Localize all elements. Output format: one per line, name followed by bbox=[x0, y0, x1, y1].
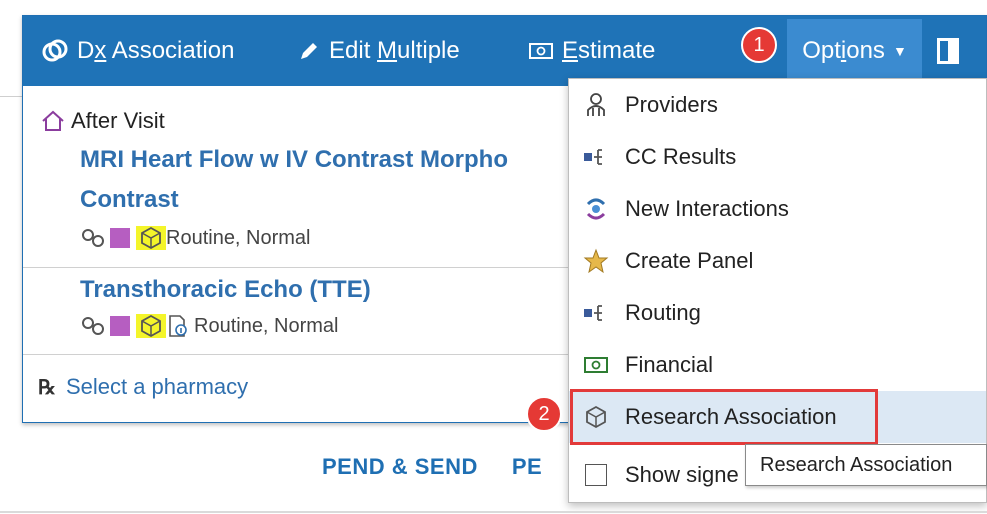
menu-item-create-panel[interactable]: Create Panel bbox=[569, 235, 986, 287]
rx-icon: ℞ bbox=[38, 375, 56, 399]
after-visit-header: After Visit bbox=[41, 108, 165, 134]
checkbox[interactable] bbox=[579, 464, 613, 486]
order-status-text: Routine, Normal bbox=[166, 226, 311, 249]
menu-item-providers[interactable]: Providers bbox=[569, 79, 986, 131]
menu-item-label: Financial bbox=[625, 352, 714, 377]
order-options-icon bbox=[80, 315, 106, 337]
menu-item-label: Show signe bbox=[625, 462, 739, 487]
providers-icon bbox=[579, 92, 613, 118]
document-info-icon bbox=[166, 314, 190, 338]
estimate-icon bbox=[528, 41, 554, 61]
estimate-label: Estimate bbox=[562, 37, 656, 64]
menu-item-new-interactions[interactable]: New Interactions bbox=[569, 183, 986, 235]
bottom-divider bbox=[0, 511, 987, 513]
financial-icon bbox=[579, 355, 613, 375]
estimate-button[interactable]: Estimate bbox=[528, 33, 655, 69]
tooltip: Research Association bbox=[745, 444, 987, 486]
new-interactions-icon bbox=[579, 196, 613, 222]
select-pharmacy-link[interactable]: ℞ Select a pharmacy bbox=[38, 374, 248, 400]
orders-toolbar: Dx Association Edit Multiple Estimate Op… bbox=[23, 16, 986, 86]
menu-item-label: New Interactions bbox=[625, 196, 789, 221]
menu-item-label: CC Results bbox=[625, 144, 737, 169]
cc-results-icon bbox=[579, 146, 613, 168]
dx-association-label: Dx Association bbox=[77, 37, 235, 64]
order-title-tte[interactable]: Transthoracic Echo (TTE) bbox=[80, 276, 371, 304]
step-badge-1: 1 bbox=[741, 27, 777, 63]
pencil-icon bbox=[297, 39, 321, 63]
options-label: Options bbox=[802, 37, 885, 64]
routing-icon bbox=[579, 302, 613, 324]
chevron-down-icon: ▼ bbox=[892, 43, 907, 59]
options-button[interactable]: Options ▼ bbox=[787, 19, 922, 83]
priority-square-icon bbox=[110, 316, 130, 336]
order-divider bbox=[23, 267, 568, 268]
menu-item-financial[interactable]: Financial bbox=[569, 339, 986, 391]
priority-square-icon bbox=[110, 228, 130, 248]
home-icon bbox=[41, 110, 65, 132]
menu-item-routing[interactable]: Routing bbox=[569, 287, 986, 339]
menu-item-label: Routing bbox=[625, 300, 701, 325]
menu-item-label: Create Panel bbox=[625, 248, 754, 273]
highlight-callout-box bbox=[570, 389, 878, 445]
star-icon bbox=[579, 248, 613, 274]
order-status-text: Routine, Normal bbox=[194, 314, 339, 337]
order-title-mri-line1[interactable]: MRI Heart Flow w IV Contrast Morpho bbox=[80, 146, 508, 174]
order-meta-tte: Routine, Normal bbox=[80, 314, 339, 338]
menu-item-label: Providers bbox=[625, 92, 718, 117]
order-divider bbox=[23, 354, 568, 355]
edit-multiple-label: Edit Multiple bbox=[329, 37, 460, 64]
dx-association-button[interactable]: Dx Association bbox=[41, 33, 234, 69]
bottom-action-bar: PEND & SEND PE bbox=[322, 454, 576, 480]
research-highlight-icon bbox=[136, 226, 166, 250]
menu-item-cc-results[interactable]: CC Results bbox=[569, 131, 986, 183]
order-options-icon bbox=[80, 227, 106, 249]
select-pharmacy-label: Select a pharmacy bbox=[65, 374, 249, 399]
pend-and-send-button[interactable]: PEND & SEND bbox=[322, 454, 478, 480]
pend-button[interactable]: PE bbox=[512, 454, 542, 480]
dx-association-icon bbox=[41, 37, 69, 65]
order-title-mri-line2[interactable]: Contrast bbox=[80, 186, 179, 214]
edit-multiple-button[interactable]: Edit Multiple bbox=[297, 33, 460, 69]
research-highlight-icon bbox=[136, 314, 166, 338]
step-badge-2: 2 bbox=[526, 396, 562, 432]
order-meta-mri: Routine, Normal bbox=[80, 226, 311, 250]
after-visit-label: After Visit bbox=[71, 108, 165, 133]
sidebar-toggle-icon[interactable] bbox=[937, 38, 959, 64]
